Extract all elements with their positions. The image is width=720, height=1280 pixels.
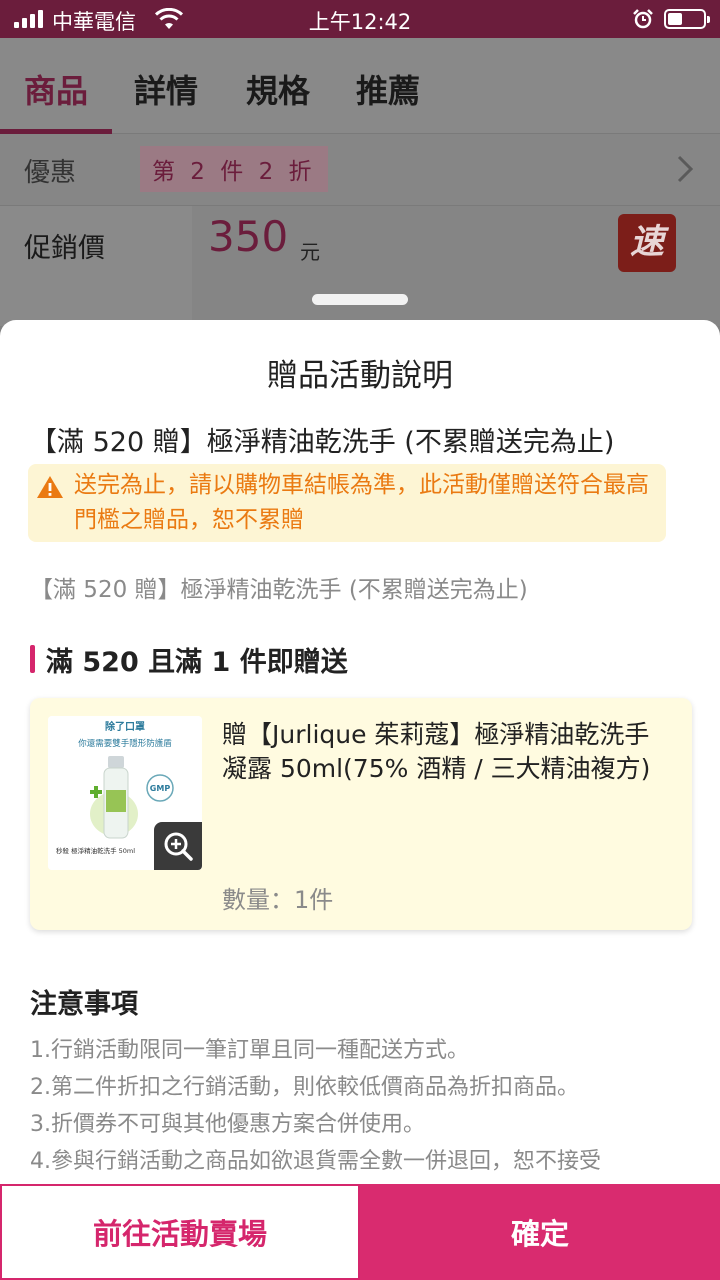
condition-title: 滿 520 且滿 1 件即贈送 [46,647,348,678]
warning-text: 送完為止，請以購物車結帳為準，此活動僅贈送符合最高門檻之贈品，恕不累贈 [74,472,649,533]
event-subtitle: 【滿 520 贈】極淨精油乾洗手 (不累贈送完為止) [30,577,528,603]
promo-label: 優惠 [24,158,77,188]
sheet-title: 贈品活動說明 [267,358,453,394]
gift-info-sheet: 贈品活動說明 【滿 520 贈】極淨精油乾洗手 (不累贈送完為止) 送完為止，請… [0,320,720,1280]
tab-recommend[interactable]: 推薦 [356,66,420,112]
gift-image[interactable]: 除了口罩 你還需要雙手隱形防護盾 GMP 秒殺 極淨精油乾洗手 50ml [48,716,202,870]
price-label-cell [0,206,192,326]
sheet-drag-handle[interactable] [312,294,408,305]
go-to-event-button[interactable]: 前往活動賣場 [0,1184,360,1280]
zoom-button[interactable] [154,822,202,870]
thumb-caption: 秒殺 極淨精油乾洗手 50ml [56,846,135,855]
thumb-line1: 除了口罩 [105,720,145,733]
tab-details[interactable]: 詳情 [134,66,198,112]
bottom-action-bar: 前往活動賣場 確定 [0,1184,720,1280]
alarm-icon [633,9,653,29]
price-unit: 元 [300,240,320,264]
warning-icon [37,476,63,498]
chevron-right-icon [677,155,694,183]
zoom-in-icon [164,832,193,861]
tab-bar: 商品 詳情 規格 推薦 [0,38,720,134]
note-item: 3.折價券不可與其他優惠方案合併使用。 [30,1112,425,1137]
gift-card: 除了口罩 你還需要雙手隱形防護盾 GMP 秒殺 極淨精油乾洗手 50ml 贈【J… [30,698,692,930]
note-item: 4.參與行銷活動之商品如欲退貨需全數一併退回，恕不接受 [30,1149,601,1174]
promo-badge: 第 2 件 2 折 [140,146,328,192]
status-time: 上午12:42 [308,10,412,34]
promo-row[interactable]: 優惠 第 2 件 2 折 [0,134,720,206]
status-bar: 中華電信 上午12:42 [0,0,720,38]
thumb-line2: 你還需要雙手隱形防護盾 [78,738,172,749]
condition-marker [30,645,35,673]
gift-quantity: 數量：1件 [222,886,334,914]
warning-notice: 送完為止，請以購物車結帳為準，此活動僅贈送符合最高門檻之贈品，恕不累贈 [28,464,666,542]
note-item: 1.行銷活動限同一筆訂單且同一種配送方式。 [30,1038,469,1063]
gmp-badge: GMP [150,784,171,793]
gift-name: 贈【Jurlique 茱莉蔻】極淨精油乾洗手凝露 50ml(75% 酒精 / 三… [222,720,651,783]
price-value: 350 [208,212,289,261]
notes-title: 注意事項 [30,989,138,1020]
price-label: 促銷價 [24,233,105,264]
battery-icon [664,9,710,29]
confirm-button[interactable]: 確定 [360,1184,720,1280]
express-delivery-icon: 速 [618,214,676,272]
notes-list: 1.行銷活動限同一筆訂單且同一種配送方式。 2.第二件折扣之行銷活動，則依較低價… [30,1032,700,1180]
tab-product[interactable]: 商品 [24,66,88,112]
event-name: 【滿 520 贈】極淨精油乾洗手 (不累贈送完為止) [30,427,615,458]
note-item: 2.第二件折扣之行銷活動，則依較低價商品為折扣商品。 [30,1075,579,1100]
tab-specs[interactable]: 規格 [246,66,310,112]
